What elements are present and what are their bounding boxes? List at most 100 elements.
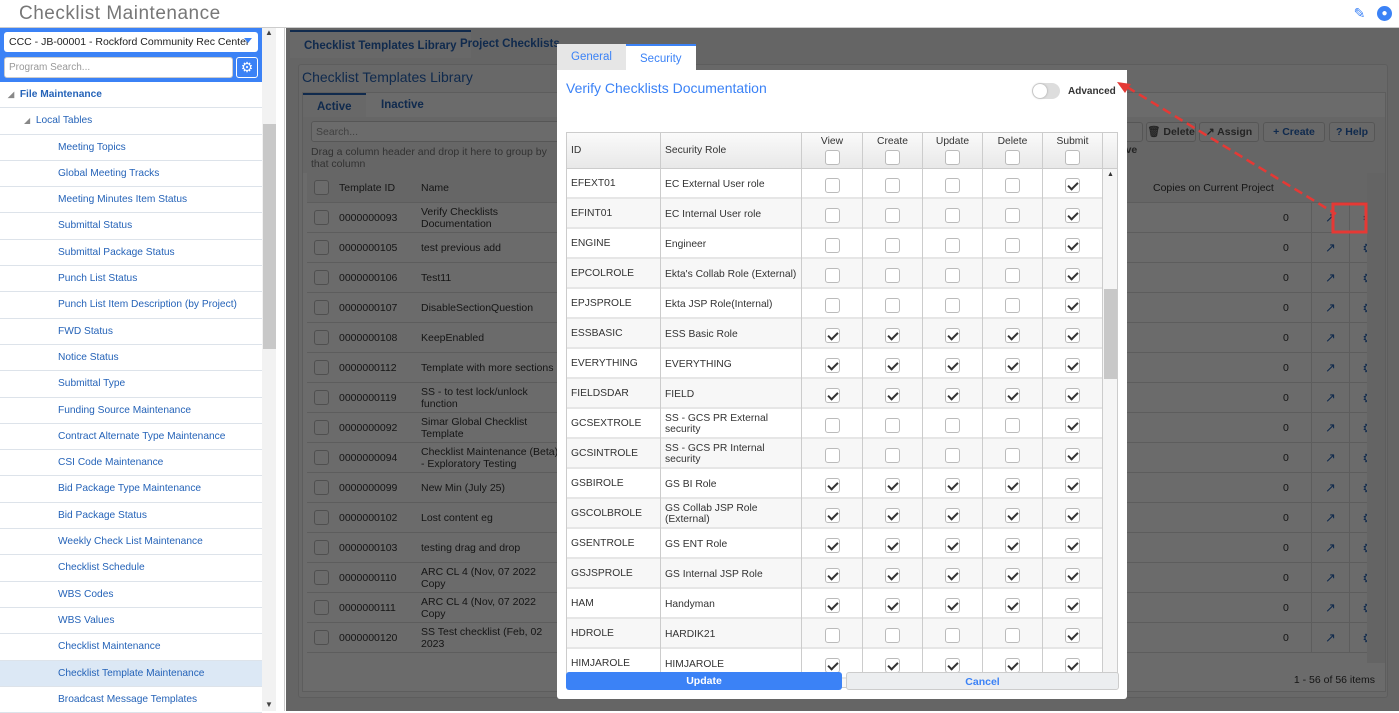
create-checkbox[interactable] (885, 268, 900, 283)
view-checkbox[interactable] (824, 448, 840, 463)
view-checkbox[interactable] (824, 208, 840, 223)
submit-checkbox[interactable] (1065, 238, 1080, 253)
create-checkbox[interactable] (885, 358, 900, 373)
sidebar-item[interactable]: Checklist Maintenance (0, 634, 262, 661)
open-external-icon[interactable]: ↗ (1311, 353, 1349, 383)
open-external-icon[interactable]: ↗ (1311, 503, 1349, 533)
delete-checkbox[interactable] (1005, 178, 1020, 193)
sidebar-scroll-thumb[interactable] (263, 124, 276, 349)
update-checkbox[interactable] (945, 238, 960, 253)
row-checkbox[interactable] (314, 330, 329, 345)
open-external-icon[interactable]: ↗ (1311, 593, 1349, 623)
update-checkbox[interactable] (945, 628, 960, 643)
submit-checkbox[interactable] (1065, 448, 1080, 463)
open-external-icon[interactable]: ↗ (1311, 293, 1349, 323)
delete-checkbox[interactable] (1005, 568, 1020, 583)
row-checkbox[interactable] (314, 270, 329, 285)
view-checkbox[interactable] (824, 568, 840, 583)
help-button[interactable]: ? Help (1329, 122, 1375, 142)
scroll-up-icon[interactable]: ▲ (262, 28, 276, 37)
sidebar-item[interactable]: Punch List Status (0, 266, 262, 293)
submit-checkbox[interactable] (1065, 568, 1080, 583)
delete-checkbox[interactable] (1005, 418, 1020, 433)
submit-checkbox[interactable] (1065, 478, 1080, 493)
open-external-icon[interactable]: ↗ (1311, 413, 1349, 443)
advanced-toggle[interactable] (1032, 83, 1060, 99)
edit-icon[interactable]: ✎ (1352, 6, 1367, 21)
view-checkbox[interactable] (824, 328, 840, 343)
delete-checkbox[interactable] (1005, 478, 1020, 493)
create-checkbox[interactable] (885, 208, 900, 223)
update-checkbox[interactable] (945, 208, 960, 223)
delete-checkbox[interactable] (1005, 238, 1020, 253)
sidebar-item[interactable]: Contract Alternate Type Maintenance (0, 424, 262, 451)
sidebar-item[interactable]: WBS Codes (0, 582, 262, 608)
sidebar-item[interactable]: Punch List Item Description (by Project) (0, 292, 262, 319)
update-checkbox[interactable] (945, 358, 960, 373)
project-select[interactable]: CCC - JB-00001 - Rockford Community Rec … (4, 32, 258, 52)
open-external-icon[interactable]: ↗ (1311, 563, 1349, 593)
row-checkbox[interactable] (314, 240, 329, 255)
assign-button[interactable]: ↗ Assign (1199, 122, 1259, 142)
row-checkbox[interactable] (314, 570, 329, 585)
update-button[interactable]: Update (566, 672, 842, 690)
sidebar-item[interactable]: Checklist Template Maintenance (0, 660, 262, 687)
view-checkbox[interactable] (824, 658, 840, 673)
delete-checkbox[interactable] (1005, 628, 1020, 643)
select-all-update-checkbox[interactable] (945, 150, 960, 165)
create-checkbox[interactable] (885, 658, 900, 673)
row-checkbox[interactable] (314, 630, 329, 645)
modal-tab-general[interactable]: General (557, 44, 626, 71)
sidebar-item[interactable]: FWD Status (0, 319, 262, 345)
delete-checkbox[interactable] (1005, 538, 1020, 553)
select-all-create-checkbox[interactable] (885, 150, 900, 165)
program-search-input[interactable]: Program Search... (4, 57, 233, 78)
row-checkbox[interactable] (314, 360, 329, 375)
delete-checkbox[interactable] (1005, 268, 1020, 283)
submit-checkbox[interactable] (1065, 328, 1080, 343)
row-checkbox[interactable] (314, 420, 329, 435)
open-external-icon[interactable]: ↗ (1311, 263, 1349, 293)
create-checkbox[interactable] (885, 598, 900, 613)
tab-project-checklists[interactable]: Project Checklists (446, 30, 574, 58)
update-checkbox[interactable] (945, 448, 960, 463)
view-checkbox[interactable] (824, 418, 840, 433)
submit-checkbox[interactable] (1065, 358, 1080, 373)
sidebar-item[interactable]: Submittal Type (0, 371, 262, 398)
delete-checkbox[interactable] (1005, 658, 1020, 673)
open-external-icon[interactable]: ↗ (1311, 233, 1349, 263)
submit-checkbox[interactable] (1065, 388, 1080, 403)
select-all-view-checkbox[interactable] (824, 150, 840, 165)
create-checkbox[interactable] (885, 508, 900, 523)
update-checkbox[interactable] (945, 568, 960, 583)
sidebar-item[interactable]: Bid Package Status (0, 503, 262, 530)
create-checkbox[interactable] (885, 388, 900, 403)
view-checkbox[interactable] (824, 268, 840, 283)
delete-checkbox[interactable] (1005, 328, 1020, 343)
modal-tab-security[interactable]: Security (626, 44, 696, 71)
update-checkbox[interactable] (945, 658, 960, 673)
delete-checkbox[interactable] (1005, 508, 1020, 523)
submit-checkbox[interactable] (1065, 418, 1080, 433)
view-checkbox[interactable] (824, 388, 840, 403)
gear-icon[interactable]: ⚙ (236, 57, 258, 78)
tree-root-file-maintenance[interactable]: ◢ File Maintenance (0, 82, 262, 109)
open-external-icon[interactable]: ↗ (1311, 203, 1349, 233)
tab-inactive[interactable]: Inactive (367, 93, 438, 117)
open-external-icon[interactable]: ↗ (1311, 323, 1349, 353)
create-checkbox[interactable] (885, 418, 900, 433)
select-all-submit-checkbox[interactable] (1065, 150, 1080, 165)
update-checkbox[interactable] (945, 538, 960, 553)
create-checkbox[interactable] (885, 178, 900, 193)
create-checkbox[interactable] (885, 328, 900, 343)
col-copies[interactable]: Copies on Current Project (1153, 182, 1274, 194)
create-checkbox[interactable] (885, 568, 900, 583)
row-checkbox[interactable] (314, 390, 329, 405)
view-checkbox[interactable] (824, 238, 840, 253)
update-checkbox[interactable] (945, 508, 960, 523)
delete-checkbox[interactable] (1005, 208, 1020, 223)
select-all-delete-checkbox[interactable] (1005, 150, 1020, 165)
col-template-id[interactable]: Template ID (339, 182, 395, 194)
delete-checkbox[interactable] (1005, 298, 1020, 313)
sidebar-item[interactable]: Notice Status (0, 345, 262, 372)
